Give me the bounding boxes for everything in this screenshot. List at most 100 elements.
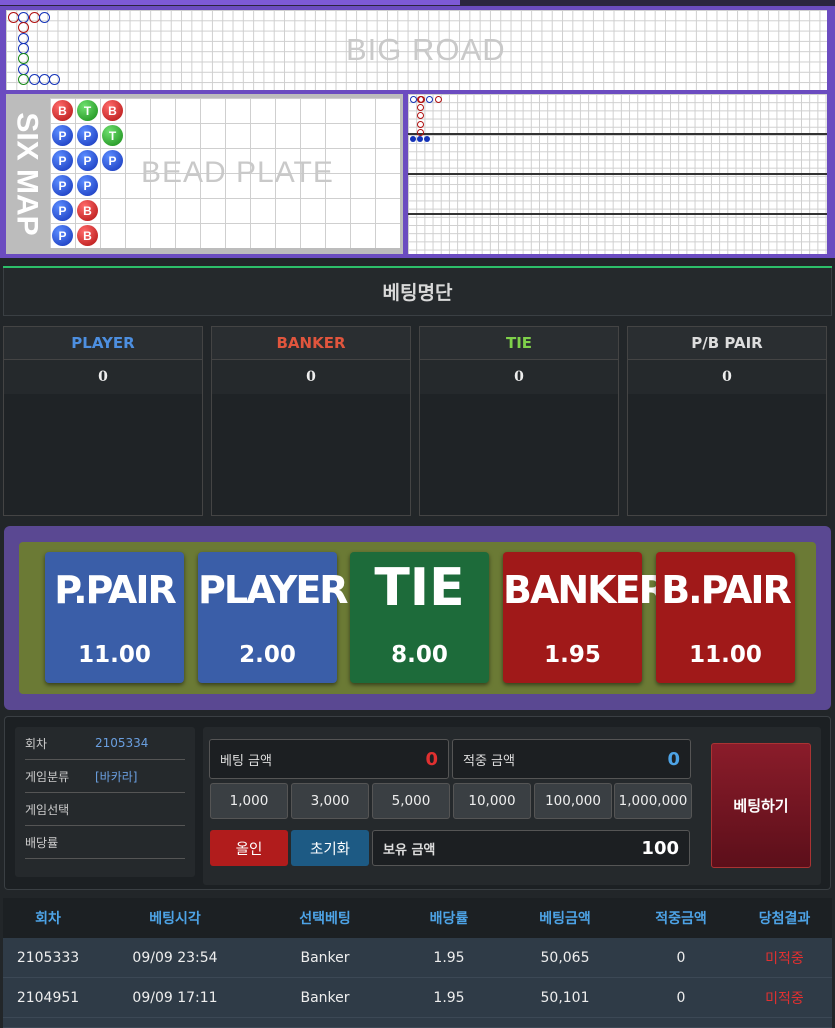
banker-bet-button[interactable]: BANKER 1.95 bbox=[503, 552, 668, 683]
table-header: 회차 베팅시각 선택베팅 배당률 베팅금액 적중금액 당첨결과 bbox=[3, 898, 832, 938]
big-road-title: BIG ROAD bbox=[346, 32, 506, 67]
bet-list-pair-label: P/B PAIR bbox=[628, 327, 826, 360]
road-mark bbox=[410, 96, 417, 103]
banker-bead: B bbox=[77, 225, 98, 246]
bet-name: BANKER bbox=[503, 568, 668, 612]
col-round: 회차 bbox=[35, 911, 61, 927]
road-mark bbox=[418, 96, 426, 103]
reset-button[interactable]: 초기화 bbox=[291, 830, 369, 866]
road-mark bbox=[18, 63, 30, 75]
col-time: 베팅시각 bbox=[149, 911, 201, 927]
road-divider bbox=[408, 173, 827, 175]
player-bet-button[interactable]: PLAYER 2.00 bbox=[198, 552, 349, 683]
player-bead: P bbox=[52, 125, 73, 146]
bet-list-tie-value: 0 bbox=[420, 360, 618, 394]
round-row: 회차 2105334 bbox=[25, 727, 185, 760]
bet-list-tie-label: TIE bbox=[420, 327, 618, 360]
bet-odds: 2.00 bbox=[239, 642, 296, 668]
game-type-value: [바카라] bbox=[95, 769, 138, 784]
chip-1000-button[interactable]: 1,000 bbox=[210, 783, 288, 819]
top-bar-progress bbox=[0, 0, 460, 5]
col-selection: 선택베팅 bbox=[299, 911, 351, 927]
six-map-title: SIX MAP bbox=[11, 112, 45, 236]
cell-result: 미적중 bbox=[765, 950, 804, 967]
player-bead: P bbox=[102, 150, 123, 171]
bet-list-title: 베팅명단 bbox=[3, 268, 832, 316]
six-map: SIX MAP BEAD PLATE BPPPPPTPPPBBBTP bbox=[6, 94, 403, 254]
chip-1000000-button[interactable]: 1,000,000 bbox=[614, 783, 692, 819]
six-map-label-wrap: SIX MAP bbox=[6, 94, 48, 254]
road-mark bbox=[417, 104, 424, 112]
bet-amount-value: 0 bbox=[425, 748, 438, 770]
bet-odds: 11.00 bbox=[689, 642, 762, 668]
bet-list-pair: P/B PAIR 0 bbox=[627, 326, 827, 516]
chip-5000-button[interactable]: 5,000 bbox=[372, 783, 450, 819]
bead-plate: BEAD PLATE BPPPPPTPPPBBBTP bbox=[50, 98, 400, 248]
cell-round: 2104951 bbox=[16, 989, 80, 1006]
bet-list-player: PLAYER 0 bbox=[3, 326, 203, 516]
cell-time: 09/09 23:54 bbox=[132, 949, 218, 966]
bet-amount-label: 베팅 금액 bbox=[220, 753, 272, 769]
balance-field: 보유 금액 100 bbox=[372, 830, 690, 866]
cell-round: 2105333 bbox=[16, 949, 80, 966]
round-value: 2105334 bbox=[95, 736, 149, 750]
bet-name: B.PAIR bbox=[661, 568, 792, 612]
road-mark bbox=[424, 136, 430, 142]
bet-list-pair-value: 0 bbox=[628, 360, 826, 394]
derived-roads bbox=[408, 94, 827, 254]
chip-100000-button[interactable]: 100,000 bbox=[534, 783, 612, 819]
bet-odds: 8.00 bbox=[391, 642, 448, 668]
banker-bead: B bbox=[52, 100, 73, 121]
chip-10000-button[interactable]: 10,000 bbox=[453, 783, 531, 819]
cell-win-amount: 0 bbox=[676, 949, 686, 966]
tie-bead: T bbox=[102, 125, 123, 146]
road-mark bbox=[18, 32, 30, 44]
chip-3000-button[interactable]: 3,000 bbox=[291, 783, 369, 819]
win-amount-value: 0 bbox=[667, 748, 680, 770]
bet-history-table: 회차 베팅시각 선택베팅 배당률 베팅금액 적중금액 당첨결과 2105333 … bbox=[3, 898, 832, 1028]
road-divider bbox=[408, 213, 827, 215]
cell-selection: Banker bbox=[300, 989, 350, 1006]
road-mark bbox=[417, 120, 424, 128]
table-row: 2104951 09/09 17:11 Banker 1.95 50,101 0… bbox=[3, 978, 832, 1018]
game-type-row: 게임분류 [바카라] bbox=[25, 760, 185, 793]
all-in-button[interactable]: 올인 bbox=[210, 830, 288, 866]
banker-bead: B bbox=[77, 200, 98, 221]
road-mark bbox=[18, 22, 30, 34]
table-row: 2105333 09/09 23:54 Banker 1.95 50,065 0… bbox=[3, 938, 832, 978]
road-mark bbox=[28, 73, 40, 85]
p-pair-bet-button[interactable]: P.PAIR 11.00 bbox=[45, 552, 184, 683]
bet-list-banker: BANKER 0 bbox=[211, 326, 411, 516]
place-bet-button[interactable]: 베팅하기 bbox=[711, 743, 811, 868]
col-win-amount: 적중금액 bbox=[655, 911, 707, 927]
road-mark bbox=[410, 136, 416, 142]
player-bead: P bbox=[52, 200, 73, 221]
bet-panel: P.PAIR 11.00 PLAYER 2.00 TIE 8.00 BANKER… bbox=[4, 526, 831, 710]
odds-label: 배당률 bbox=[25, 835, 59, 850]
cell-bet-amount: 50,101 bbox=[540, 989, 590, 1006]
road-mark bbox=[417, 136, 423, 142]
road-mark bbox=[18, 73, 30, 85]
cell-time: 09/09 17:11 bbox=[132, 989, 218, 1006]
player-bead: P bbox=[52, 175, 73, 196]
road-mark bbox=[434, 96, 442, 103]
win-amount-label: 적중 금액 bbox=[463, 753, 515, 769]
bet-odds: 1.95 bbox=[544, 642, 601, 668]
player-bead: P bbox=[77, 150, 98, 171]
road-divider bbox=[408, 133, 827, 135]
cell-odds: 1.95 bbox=[433, 989, 465, 1006]
col-bet-amount: 베팅금액 bbox=[539, 911, 591, 927]
game-info: 회차 2105334 게임분류 [바카라] 게임선택 배당률 bbox=[15, 727, 195, 877]
road-frame: BIG ROAD SIX MAP BEAD PLATE BPPPPPTPPPBB… bbox=[0, 6, 835, 258]
bet-name: PLAYER bbox=[198, 568, 349, 612]
bet-name: TIE bbox=[374, 558, 465, 618]
player-bead: P bbox=[52, 150, 73, 171]
road-mark bbox=[28, 12, 40, 23]
b-pair-bet-button[interactable]: B.PAIR 11.00 bbox=[656, 552, 795, 683]
bet-list-banker-value: 0 bbox=[212, 360, 410, 394]
cell-bet-amount: 50,065 bbox=[540, 949, 590, 966]
bet-area: 베팅 금액 0 적중 금액 0 1,000 3,000 5,000 10,000… bbox=[203, 727, 821, 885]
tie-bet-button[interactable]: TIE 8.00 bbox=[350, 552, 489, 683]
road-mark bbox=[38, 12, 50, 23]
round-label: 회차 bbox=[25, 736, 48, 751]
